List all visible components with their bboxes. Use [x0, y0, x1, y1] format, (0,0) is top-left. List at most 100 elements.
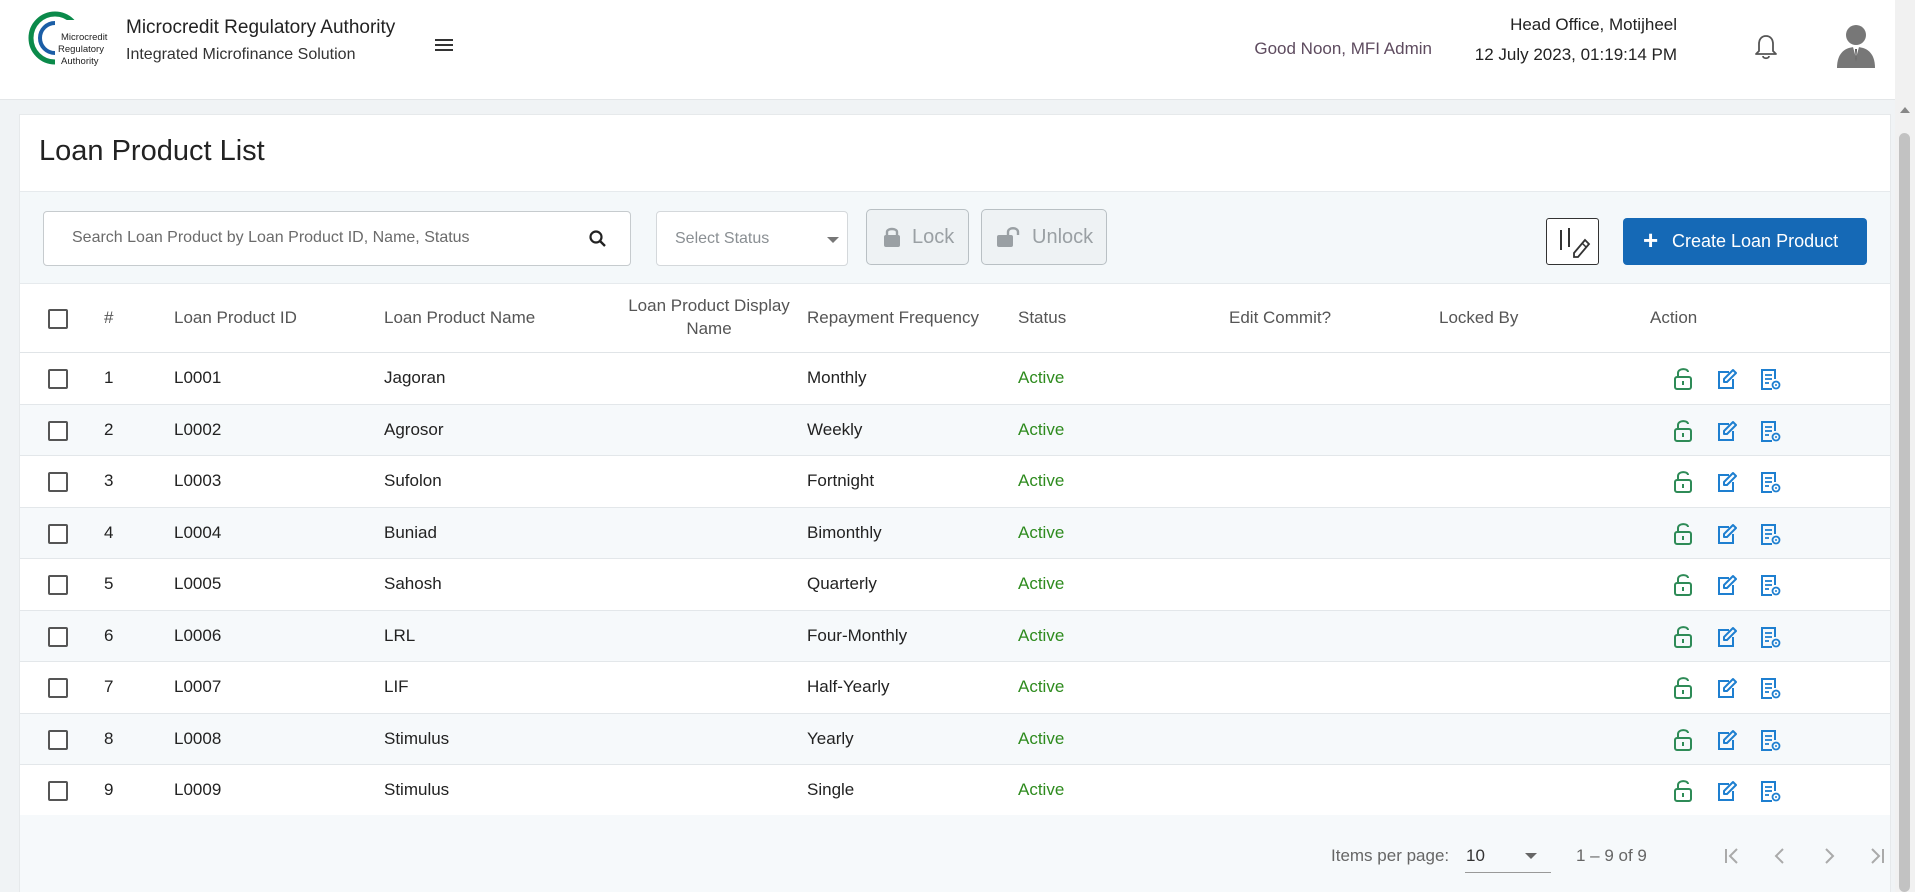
view-details-icon[interactable]: [1759, 367, 1781, 391]
row-checkbox[interactable]: [48, 369, 68, 389]
edit-icon[interactable]: [1715, 676, 1737, 700]
next-page-icon[interactable]: [1815, 841, 1843, 871]
view-details-icon[interactable]: [1759, 676, 1781, 700]
notification-bell-icon[interactable]: [1752, 32, 1780, 62]
cell-loan-product-name: Jagoran: [384, 368, 446, 387]
lock-button[interactable]: Lock: [866, 209, 969, 265]
search-box[interactable]: [43, 211, 631, 266]
header-locked-by[interactable]: Locked By: [1439, 308, 1518, 328]
cell-loan-product-id: L0005: [174, 574, 222, 593]
header-loan-product-id[interactable]: Loan Product ID: [174, 308, 297, 328]
edit-icon[interactable]: [1715, 367, 1737, 391]
unlock-icon[interactable]: [1672, 728, 1694, 752]
table-row: 4 L0004 Buniad Bimonthly Active: [20, 507, 1890, 559]
view-details-icon[interactable]: [1759, 625, 1781, 649]
header-status[interactable]: Status: [1018, 308, 1066, 328]
last-page-icon[interactable]: [1863, 841, 1891, 871]
unlock-icon[interactable]: [1672, 779, 1694, 803]
row-checkbox[interactable]: [48, 420, 68, 441]
cell-num: 5: [104, 574, 114, 593]
table-row: 5 L0005 Sahosh Quarterly Active: [20, 559, 1890, 611]
edit-commit-button[interactable]: [1546, 218, 1599, 265]
edit-icon[interactable]: [1715, 625, 1737, 649]
unlock-icon[interactable]: [1672, 367, 1694, 391]
unlock-icon[interactable]: [1672, 573, 1694, 597]
edit-icon[interactable]: [1715, 728, 1737, 752]
cell-loan-product-id: L0003: [174, 471, 222, 490]
cell-status: Active: [1018, 677, 1065, 696]
cell-loan-product-id: L0007: [174, 677, 222, 696]
edit-icon[interactable]: [1715, 573, 1737, 597]
user-avatar-icon[interactable]: [1834, 22, 1878, 68]
select-all-checkbox[interactable]: [48, 309, 68, 329]
cell-loan-product-name: Sahosh: [384, 574, 442, 593]
view-details-icon[interactable]: [1759, 470, 1781, 494]
unlock-icon[interactable]: [1672, 676, 1694, 700]
table-row: 1 L0001 Jagoran Monthly Active: [20, 353, 1890, 405]
cell-repayment-frequency: Yearly: [807, 728, 854, 748]
items-per-page-value: 10: [1466, 846, 1485, 865]
cell-loan-product-name: Stimulus: [384, 728, 450, 748]
row-checkbox[interactable]: [48, 575, 68, 595]
office-location: Head Office, Motijheel: [1510, 15, 1677, 34]
top-header: Microcredit Regulatory Authority Microcr…: [0, 0, 1895, 100]
header-repayment-frequency[interactable]: Repayment Frequency: [807, 308, 979, 328]
cell-loan-product-name: Agrosor: [384, 419, 444, 439]
logo-text-line-2: Regulatory: [58, 44, 104, 55]
unlock-icon[interactable]: [1672, 470, 1694, 494]
row-checkbox[interactable]: [48, 729, 68, 750]
cell-status: Active: [1018, 625, 1065, 645]
status-select[interactable]: Select Status: [656, 211, 848, 266]
cell-repayment-frequency: Monthly: [807, 368, 867, 387]
row-checkbox[interactable]: [48, 523, 68, 544]
unlock-icon[interactable]: [1672, 419, 1694, 443]
row-checkbox[interactable]: [48, 678, 68, 698]
view-details-icon[interactable]: [1759, 419, 1781, 443]
edit-icon[interactable]: [1715, 522, 1737, 546]
edit-icon[interactable]: [1715, 419, 1737, 443]
plus-icon: +: [1643, 225, 1659, 255]
status-select-placeholder: Select Status: [675, 230, 770, 247]
unlock-icon: [997, 227, 1020, 247]
cell-status: Active: [1018, 368, 1065, 387]
header-edit-commit[interactable]: Edit Commit?: [1229, 308, 1331, 328]
view-details-icon[interactable]: [1759, 728, 1781, 752]
greeting-text: Good Noon, MFI Admin: [1254, 39, 1432, 58]
items-per-page-select[interactable]: 10: [1465, 839, 1551, 873]
edit-commit-icon: [1560, 228, 1591, 258]
cell-repayment-frequency: Quarterly: [807, 574, 877, 593]
hamburger-menu-icon[interactable]: [432, 34, 456, 56]
cell-num: 6: [104, 625, 114, 645]
row-checkbox[interactable]: [48, 626, 68, 647]
create-loan-product-button[interactable]: + Create Loan Product: [1623, 218, 1867, 265]
current-datetime: 12 July 2023, 01:19:14 PM: [1474, 45, 1677, 64]
cell-loan-product-name: Stimulus: [384, 780, 450, 799]
unlock-icon[interactable]: [1672, 625, 1694, 649]
edit-icon[interactable]: [1715, 779, 1737, 803]
cell-repayment-frequency: Fortnight: [807, 471, 875, 490]
toolbar: Select Status Lock Unlock: [20, 191, 1890, 283]
cell-loan-product-name: Sufolon: [384, 471, 442, 490]
header-loan-product-name[interactable]: Loan Product Name: [384, 308, 535, 328]
row-checkbox[interactable]: [48, 472, 68, 492]
view-details-icon[interactable]: [1759, 522, 1781, 546]
cell-status: Active: [1018, 780, 1065, 799]
first-page-icon[interactable]: [1718, 841, 1746, 871]
view-details-icon[interactable]: [1759, 573, 1781, 597]
cell-loan-product-id: L0009: [174, 780, 222, 799]
unlock-icon[interactable]: [1672, 522, 1694, 546]
search-icon[interactable]: [587, 228, 609, 250]
previous-page-icon[interactable]: [1766, 841, 1794, 871]
view-details-icon[interactable]: [1759, 779, 1781, 803]
page-title: Loan Product List: [39, 135, 265, 167]
search-input[interactable]: [72, 229, 572, 247]
page-scrollbar[interactable]: [1895, 0, 1915, 892]
unlock-button[interactable]: Unlock: [981, 209, 1107, 265]
cell-num: 4: [104, 522, 114, 542]
header-loan-product-display-name[interactable]: Loan Product Display Name: [614, 294, 804, 340]
scroll-up-arrow-icon[interactable]: [1900, 107, 1910, 113]
cell-status: Active: [1018, 574, 1065, 593]
row-checkbox[interactable]: [48, 781, 68, 801]
scrollbar-thumb[interactable]: [1899, 133, 1910, 892]
edit-icon[interactable]: [1715, 470, 1737, 494]
